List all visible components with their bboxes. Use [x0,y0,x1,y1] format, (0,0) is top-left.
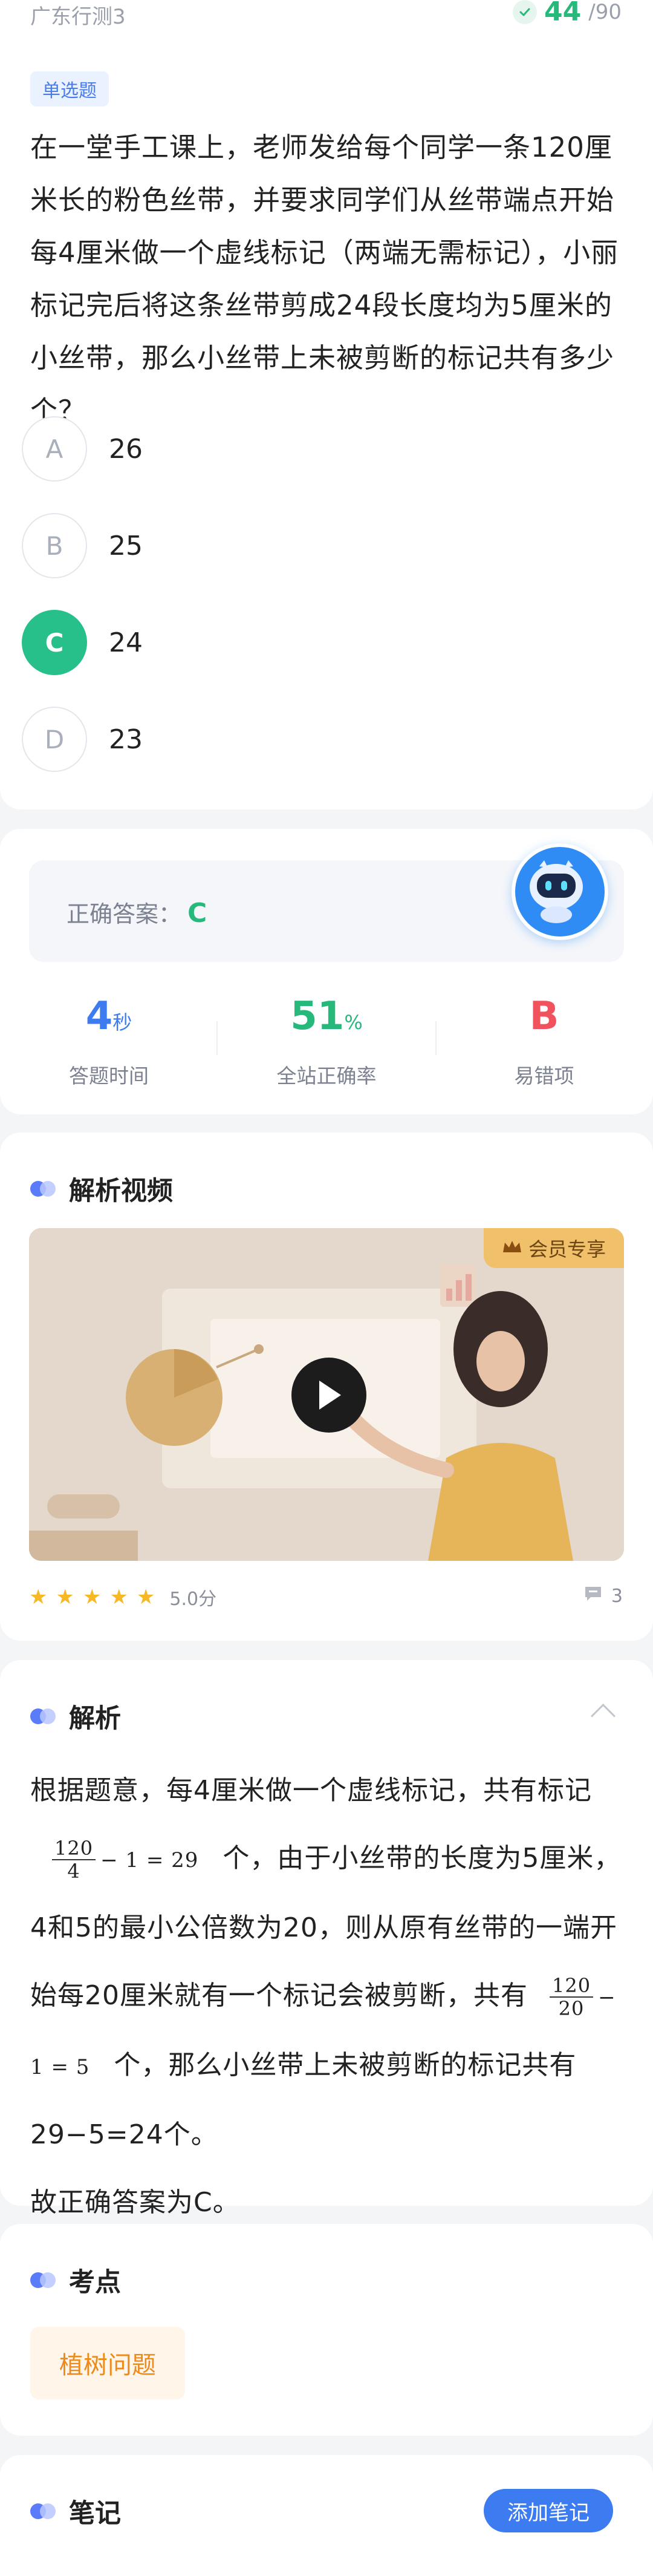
collapse-chevron-icon[interactable] [590,1703,616,1729]
option-letter-selected: C [22,610,87,675]
vip-badge-text: 会员专享 [528,1238,606,1261]
stat-value: 4 [85,994,113,1039]
option-d[interactable]: D 23 [22,703,626,776]
option-letter: A [22,416,87,482]
stat-accuracy: 51% 全站正确率 [236,992,417,1089]
add-note-button[interactable]: 添加笔记 [484,2489,613,2532]
fraction: 120 20 [550,1975,594,2020]
check-icon [513,0,538,24]
analysis-card: 解析 根据题意，每4厘米做一个虚线标记，共有标记 120 4− 1 = 29 个，由于… [0,1660,653,2218]
stat-value: 51 [290,994,345,1039]
star-icon: ★ [82,1585,102,1609]
stat-unit: 秒 [112,1011,132,1034]
stat-common-mistake: B 易错项 [453,992,635,1089]
keypoint-tag[interactable]: 植树问题 [30,2327,185,2399]
correct-answer-box: 正确答案： C [29,843,624,962]
video-card: 解析视频 会员专享 ★ ★ ★ ★ ★ 5.0分 3 [0,1133,653,1641]
fraction: 120 4 [52,1837,96,1882]
section-dot-icon [30,1708,57,1724]
question-text: 在一堂手工课上，老师发给每个同学一条120厘米长的粉色丝带，并要求同学们从丝带端… [30,131,619,427]
correct-answer-value: C [187,898,207,929]
section-dot-icon [30,2503,57,2519]
exam-subject: 广东行测3 [30,5,126,29]
section-dot-icon [30,2272,57,2288]
correct-answer-label: 正确答案： [67,901,182,927]
divider [435,1021,437,1055]
progress-indicator: 44 /90 [513,0,622,27]
section-dot-icon [30,1181,57,1197]
comment-count-text: 3 [611,1585,623,1607]
stat-label: 易错项 [514,1064,574,1088]
video-rating: ★ ★ ★ ★ ★ 5.0分 [29,1584,216,1610]
fraction-denominator: 4 [67,1860,80,1883]
answer-card: 正确答案： C 4秒 答题时间 51% 全站正确率 B 易错项 [0,829,653,1114]
option-text: 26 [109,433,143,465]
video-section-title: 解析视频 [30,1170,173,1208]
section-title-text: 考点 [69,2267,121,2298]
option-letter: D [22,707,87,772]
crown-icon [502,1237,522,1260]
question-card: 广东行测3 44 /90 单选题 在一堂手工课上，老师发给每个同学一条120厘米… [0,0,653,809]
notes-section-title: 笔记 [30,2493,121,2530]
option-c[interactable]: C 24 [22,606,626,679]
comment-count[interactable]: 3 [583,1585,623,1607]
vip-badge: 会员专享 [484,1228,624,1268]
section-title-text: 笔记 [69,2499,121,2529]
option-text: 25 [109,530,143,561]
video-player[interactable]: 会员专享 [29,1228,624,1561]
section-title-text: 解析视频 [69,1176,173,1206]
fraction-numerator: 120 [550,1975,594,1998]
section-title-text: 解析 [69,1704,121,1734]
option-b[interactable]: B 25 [22,509,626,582]
robot-assistant-icon[interactable] [512,843,608,940]
analysis-paragraph: 个，那么小丝带上未被剪断的标记共有29−5=24个。 [30,2050,577,2150]
question-type-badge: 单选题 [30,71,109,106]
stat-value: B [529,994,559,1039]
option-letter: B [22,513,87,578]
stat-unit: % [344,1011,363,1034]
keypoint-card: 考点 植树问题 [0,2224,653,2436]
star-icon: ★ [136,1585,155,1609]
analysis-text: 根据题意，每4厘米做一个虚线标记，共有标记 120 4− 1 = 29 个，由于小丝带… [30,1757,629,2237]
correct-answer: 正确答案： C [67,895,207,929]
divider [216,1021,218,1055]
stat-label: 答题时间 [69,1064,149,1088]
progress-total: /90 [588,0,622,24]
stat-label: 全站正确率 [276,1064,377,1088]
comment-icon [583,1585,603,1607]
keypoint-section-title: 考点 [30,2261,121,2299]
fraction-numerator: 120 [52,1837,96,1860]
fraction-denominator: 20 [558,1997,585,2020]
rating-score: 5.0分 [169,1589,217,1610]
star-icon: ★ [56,1585,74,1609]
analysis-paragraph: 根据题意，每4厘米做一个虚线标记，共有标记 [30,1775,592,1806]
analysis-section-title: 解析 [30,1698,121,1735]
star-icon: ★ [109,1585,128,1609]
option-text: 24 [109,627,143,658]
play-icon[interactable] [291,1358,366,1433]
notes-card: 笔记 添加笔记 [0,2455,653,2576]
option-a[interactable]: A 26 [22,413,626,485]
progress-current: 44 [544,0,582,27]
stat-answer-time: 4秒 答题时间 [18,992,200,1089]
star-icon: ★ [29,1585,48,1609]
math-expression: − 1 = 29 [100,1848,199,1872]
analysis-conclusion: 故正确答案为C。 [30,2187,240,2218]
option-text: 23 [109,724,143,755]
